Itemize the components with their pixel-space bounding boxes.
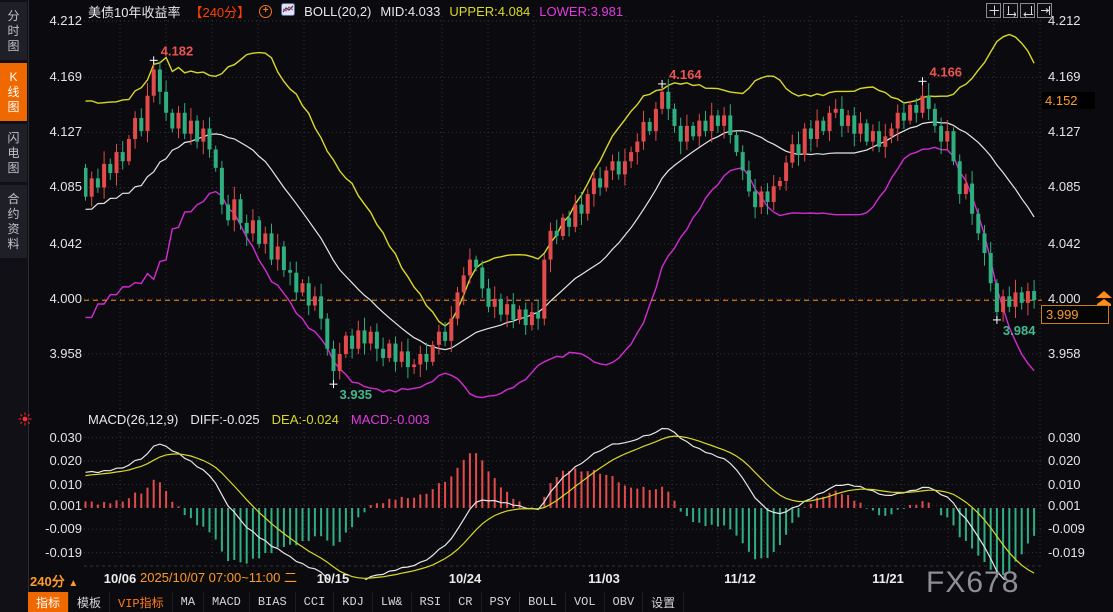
sidebar-tab-2[interactable]: K线图 bbox=[0, 63, 27, 121]
macd-panel bbox=[86, 429, 1035, 589]
axis-scale-right-icon[interactable] bbox=[1020, 3, 1035, 18]
boll-upper-value: UPPER:4.084 bbox=[449, 4, 530, 19]
toolbar-item-VIP指标[interactable]: VIP指标 bbox=[110, 592, 173, 612]
extreme-price-label: 4.166 bbox=[930, 64, 963, 79]
extreme-price-label: 3.984 bbox=[1003, 323, 1036, 338]
sidebar: 分时图 K线图闪电图合约资料 bbox=[0, 0, 29, 612]
boll-upper-line bbox=[86, 35, 1035, 327]
snap-to-latest-icon[interactable] bbox=[1037, 3, 1052, 18]
indicator-toolbar: 指标模板VIP指标MAMACDBIASCCIKDJLW&RSICRPSYBOLL… bbox=[28, 592, 1113, 612]
boll-lower-value: LOWER:3.981 bbox=[539, 4, 623, 19]
macd-axis-label: -0.009 bbox=[1048, 521, 1092, 536]
last-price-badge: 3.999 bbox=[1041, 305, 1109, 324]
toolbar-item-PSY[interactable]: PSY bbox=[482, 592, 521, 612]
date-axis-label: 10/15 bbox=[305, 571, 361, 586]
toolbar-item-CCI[interactable]: CCI bbox=[296, 592, 335, 612]
price-axis-label: 4.169 bbox=[38, 69, 82, 84]
plus-circle-icon[interactable]: + bbox=[259, 5, 272, 18]
toolbar-item-CR[interactable]: CR bbox=[450, 592, 481, 612]
timeframe-label[interactable]: 240分 ▲ bbox=[30, 571, 78, 590]
toolbar-item-MA[interactable]: MA bbox=[173, 592, 204, 612]
mini-chart-icon[interactable] bbox=[281, 3, 295, 19]
macd-macd-value: MACD:-0.003 bbox=[351, 412, 430, 427]
date-axis-label: 10/24 bbox=[437, 571, 493, 586]
macd-axis-label: 0.010 bbox=[38, 477, 82, 492]
price-annotations: 4.182 3.935 4.164 4.166 3.984 bbox=[150, 43, 1037, 402]
toolbar-item-OBV[interactable]: OBV bbox=[605, 592, 644, 612]
up-triangle-icon: ▲ bbox=[68, 578, 78, 589]
macd-axis-label: -0.009 bbox=[38, 521, 82, 536]
toolbar-item-设置[interactable]: 设置 bbox=[643, 592, 684, 612]
price-axis-label: 4.000 bbox=[1048, 291, 1092, 306]
date-axis-label: 11/21 bbox=[860, 571, 916, 586]
macd-axis-label: -0.019 bbox=[1048, 545, 1092, 560]
price-axis-label: 4.212 bbox=[1048, 13, 1092, 28]
price-axis-label: 4.000 bbox=[38, 291, 82, 306]
date-axis-label: 11/12 bbox=[712, 571, 768, 586]
macd-axis-label: 0.020 bbox=[1048, 453, 1092, 468]
bar-datetime-tooltip: 2025/10/07 07:00~11:00 二 bbox=[136, 569, 301, 587]
extreme-price-label: 4.182 bbox=[161, 43, 194, 58]
boll-mid-value: MID:4.033 bbox=[380, 4, 440, 19]
price-axis-label: 4.042 bbox=[1048, 236, 1092, 251]
price-axis-label: 4.085 bbox=[38, 179, 82, 194]
sidebar-tab-1[interactable]: 分时图 bbox=[0, 2, 27, 60]
price-axis-label: 4.169 bbox=[1048, 69, 1092, 84]
macd-dea-value: DEA:-0.024 bbox=[272, 412, 339, 427]
sidebar-tab-4[interactable]: 合约资料 bbox=[0, 185, 27, 258]
macd-axis-label: 0.030 bbox=[1048, 430, 1092, 445]
toolbar-item-指标[interactable]: 指标 bbox=[28, 592, 69, 612]
alert-icon[interactable] bbox=[18, 412, 32, 431]
chart-tool-icons bbox=[986, 3, 1052, 18]
axis-scale-left-icon[interactable] bbox=[1003, 3, 1018, 18]
chart-header: 美债10年收益率 【240分】 + BOLL(20,2) MID:4.033 U… bbox=[88, 3, 623, 19]
date-axis-label: 11/03 bbox=[576, 571, 632, 586]
toolbar-item-MACD[interactable]: MACD bbox=[204, 592, 250, 612]
toolbar-item-BIAS[interactable]: BIAS bbox=[250, 592, 296, 612]
toolbar-item-LW&[interactable]: LW& bbox=[373, 592, 412, 612]
price-axis-label: 4.127 bbox=[38, 124, 82, 139]
price-axis-label: 4.085 bbox=[1048, 179, 1092, 194]
chart-application: 4.1823.9354.1644.1663.984 分时图K线图闪电图合约资料 … bbox=[0, 0, 1113, 612]
toolbar-item-RSI[interactable]: RSI bbox=[412, 592, 451, 612]
toolbar-item-模板[interactable]: 模板 bbox=[69, 592, 110, 612]
macd-axis-label: -0.019 bbox=[38, 545, 82, 560]
boll-params-label: BOLL(20,2) bbox=[304, 4, 371, 19]
reference-price-badge: 4.152 bbox=[1042, 92, 1095, 109]
macd-axis-label: 0.030 bbox=[38, 430, 82, 445]
period-badge[interactable]: 【240分】 bbox=[189, 2, 250, 21]
macd-axis-label: 0.001 bbox=[38, 498, 82, 513]
price-axis-label: 3.958 bbox=[1048, 346, 1092, 361]
macd-header: MACD(26,12,9) DIFF:-0.025 DEA:-0.024 MAC… bbox=[88, 412, 430, 427]
macd-axis-label: 0.020 bbox=[38, 453, 82, 468]
price-axis-label: 3.958 bbox=[38, 346, 82, 361]
macd-diff-value: DIFF:-0.025 bbox=[190, 412, 259, 427]
price-axis-label: 4.212 bbox=[38, 13, 82, 28]
candlesticks bbox=[84, 60, 1037, 384]
macd-axis-label: 0.001 bbox=[1048, 498, 1092, 513]
price-axis-label: 4.127 bbox=[1048, 124, 1092, 139]
price-axis-label: 4.042 bbox=[38, 236, 82, 251]
sidebar-tab-3[interactable]: 闪电图 bbox=[0, 124, 27, 182]
macd-axis-label: 0.010 bbox=[1048, 477, 1092, 492]
instrument-title: 美债10年收益率 bbox=[88, 2, 180, 21]
pan-crosshair-icon[interactable] bbox=[986, 3, 1001, 18]
boll-mid-line bbox=[86, 122, 1035, 350]
toolbar-item-KDJ[interactable]: KDJ bbox=[334, 592, 373, 612]
extreme-price-label: 3.935 bbox=[340, 387, 373, 402]
chart-canvas[interactable]: 4.182 3.935 4.164 4.166 3.984 bbox=[0, 0, 1113, 612]
boll-lower-line bbox=[86, 147, 1035, 397]
toolbar-item-VOL[interactable]: VOL bbox=[566, 592, 605, 612]
macd-params-label: MACD(26,12,9) bbox=[88, 412, 178, 427]
toolbar-item-BOLL[interactable]: BOLL bbox=[520, 592, 566, 612]
extreme-price-label: 4.164 bbox=[669, 67, 702, 82]
scroll-to-latest-icon[interactable] bbox=[1096, 291, 1112, 306]
